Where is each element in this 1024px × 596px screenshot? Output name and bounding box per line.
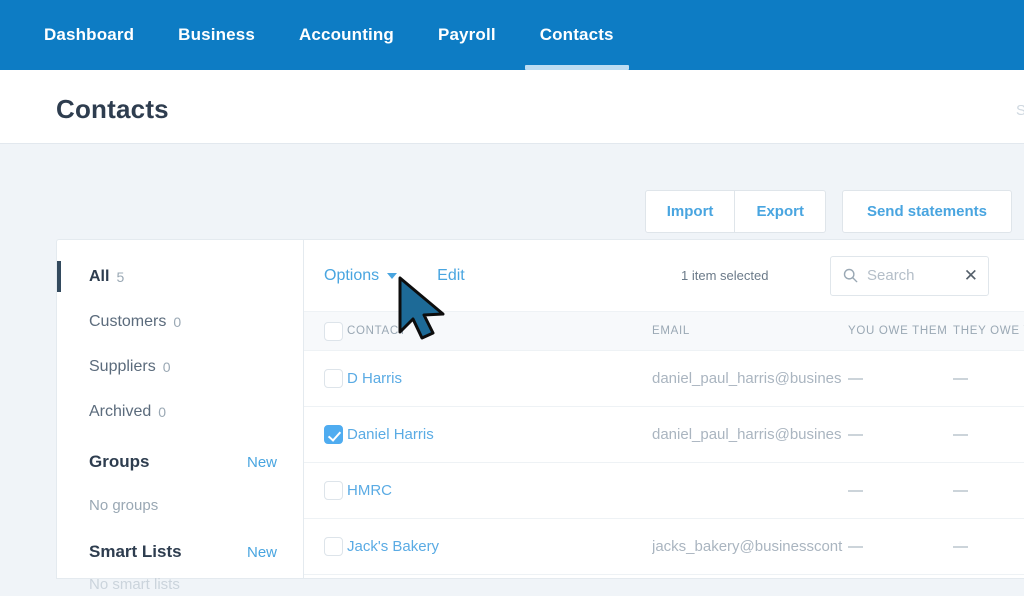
sidebar-smart-lists-clipped-text: No smart lists <box>89 576 180 593</box>
contact-name-link[interactable]: Jack's Bakery <box>347 538 439 555</box>
sidebar-item-label: Suppliers <box>89 357 156 375</box>
nav-item-list: Dashboard Business Accounting Payroll Co… <box>0 0 636 70</box>
table-row[interactable]: D Harris daniel_paul_harris@busines — — <box>304 350 1024 407</box>
search-icon <box>843 268 858 283</box>
page-title: Contacts <box>56 94 169 124</box>
contacts-table-head: CONTACT EMAIL YOU OWE THEM THEY OWE YOU <box>304 311 1024 351</box>
table-row[interactable]: Daniel Harris daniel_paul_harris@busines… <box>304 406 1024 463</box>
table-header-row: CONTACT EMAIL YOU OWE THEM THEY OWE YOU <box>304 311 1024 351</box>
sidebar-section-groups: Groups New <box>57 438 303 486</box>
nav-item-business[interactable]: Business <box>156 0 277 70</box>
select-all-header <box>304 311 347 351</box>
nav-item-contacts[interactable]: Contacts <box>518 0 636 70</box>
contact-email-cell: jacks_bakery@businesscont <box>652 518 848 575</box>
search-input[interactable] <box>867 267 960 284</box>
contact-name-cell: D Harris <box>347 350 652 407</box>
contact-email-cell <box>652 462 848 519</box>
contact-name-link[interactable]: D Harris <box>347 370 402 387</box>
top-navigation-bar: Dashboard Business Accounting Payroll Co… <box>0 0 1024 70</box>
column-header-you-owe-them[interactable]: YOU OWE THEM <box>848 311 953 351</box>
column-header-contact[interactable]: CONTACT <box>347 311 652 351</box>
contact-name-link[interactable]: Daniel Harris <box>347 426 434 443</box>
nav-item-accounting[interactable]: Accounting <box>277 0 416 70</box>
search-box[interactable]: ✕ <box>830 255 989 296</box>
row-select-cell <box>304 406 347 463</box>
contact-name-cell: Daniel Harris <box>347 406 652 463</box>
sidebar-item-label: Archived <box>89 402 152 420</box>
options-label: Options <box>324 266 380 284</box>
sidebar-groups-empty-text: No groups <box>89 496 159 514</box>
select-all-checkbox[interactable] <box>324 321 343 341</box>
edit-button[interactable]: Edit <box>437 267 465 285</box>
they-owe-you-cell: — <box>953 462 1024 519</box>
export-button[interactable]: Export <box>735 190 826 233</box>
page-title-bar: Contacts S <box>0 70 1024 144</box>
sidebar-item-label: Customers <box>89 312 167 330</box>
row-select-cell <box>304 518 347 575</box>
column-header-email[interactable]: EMAIL <box>652 311 848 351</box>
sidebar-section-label: Smart Lists <box>89 542 182 561</box>
import-export-button-group: Import Export <box>644 190 826 233</box>
contacts-table-body: D Harris daniel_paul_harris@busines — — … <box>304 350 1024 575</box>
sidebar-section-label: Groups <box>89 452 150 471</box>
table-row[interactable]: Jack's Bakery jacks_bakery@businesscont … <box>304 518 1024 575</box>
contacts-panel: Options Edit 1 item selected ✕ CONTACT <box>303 239 1024 579</box>
nav-item-label: Business <box>178 25 255 44</box>
they-owe-you-cell: — <box>953 350 1024 407</box>
new-group-link[interactable]: New <box>247 454 277 471</box>
contact-name-link[interactable]: HMRC <box>347 482 392 499</box>
table-row[interactable]: HMRC — — <box>304 462 1024 519</box>
nav-item-label: Accounting <box>298 25 394 44</box>
nav-item-label: Dashboard <box>44 25 135 44</box>
new-smart-list-link[interactable]: New <box>247 544 277 561</box>
nav-item-payroll[interactable]: Payroll <box>416 0 518 70</box>
they-owe-you-cell: — <box>953 406 1024 463</box>
row-select-cell <box>304 462 347 519</box>
sidebar-item-label: All <box>89 267 110 285</box>
nav-item-label: Payroll <box>437 25 496 44</box>
contact-name-cell: Jack's Bakery <box>347 518 652 575</box>
sidebar-item-customers[interactable]: Customers 0 <box>57 299 303 344</box>
contact-name-cell: HMRC <box>347 462 652 519</box>
close-icon[interactable]: ✕ <box>960 267 978 284</box>
sidebar-item-archived[interactable]: Archived 0 <box>57 389 303 434</box>
sidebar-item-count: 0 <box>158 403 167 420</box>
you-owe-them-cell: — <box>848 350 953 407</box>
options-dropdown-button[interactable]: Options <box>324 266 398 285</box>
sidebar-item-count: 0 <box>162 358 171 375</box>
chevron-down-icon <box>387 272 398 279</box>
contact-email-cell: daniel_paul_harris@busines <box>652 406 848 463</box>
page-actions: Import Export Send statements <box>644 190 1012 233</box>
nav-item-dashboard[interactable]: Dashboard <box>22 0 156 70</box>
column-header-they-owe-you[interactable]: THEY OWE YOU <box>953 311 1024 351</box>
contacts-sidebar: All 5 Customers 0 Suppliers 0 Archived 0… <box>56 239 303 593</box>
they-owe-you-cell: — <box>953 518 1024 575</box>
sidebar-item-all[interactable]: All 5 <box>57 254 303 299</box>
sidebar-item-count: 5 <box>116 268 125 285</box>
contact-email-text: jacks_bakery@businesscont <box>652 538 843 555</box>
send-statements-button[interactable]: Send statements <box>841 190 1012 233</box>
you-owe-them-cell: — <box>848 406 953 463</box>
contact-email-cell: daniel_paul_harris@busines <box>652 350 848 407</box>
you-owe-them-cell: — <box>848 518 953 575</box>
row-checkbox[interactable] <box>324 481 343 500</box>
header-right-clipped-action[interactable]: S <box>1016 102 1024 119</box>
contacts-toolbar: Options Edit 1 item selected ✕ <box>304 240 1024 311</box>
row-checkbox[interactable] <box>324 537 343 556</box>
row-select-cell <box>304 350 347 407</box>
row-checkbox[interactable] <box>324 425 343 444</box>
sidebar-section-smart-lists: Smart Lists New <box>57 528 303 576</box>
you-owe-them-cell: — <box>848 462 953 519</box>
selection-status: 1 item selected <box>681 268 769 283</box>
sidebar-item-suppliers[interactable]: Suppliers 0 <box>57 344 303 389</box>
row-checkbox[interactable] <box>324 369 343 388</box>
contact-email-text: daniel_paul_harris@busines <box>652 370 842 387</box>
import-button[interactable]: Import <box>644 190 736 233</box>
contacts-table: CONTACT EMAIL YOU OWE THEM THEY OWE YOU … <box>304 311 1024 575</box>
sidebar-item-count: 0 <box>173 313 182 330</box>
contact-email-text: daniel_paul_harris@busines <box>652 426 842 443</box>
nav-item-label: Contacts <box>539 25 614 44</box>
